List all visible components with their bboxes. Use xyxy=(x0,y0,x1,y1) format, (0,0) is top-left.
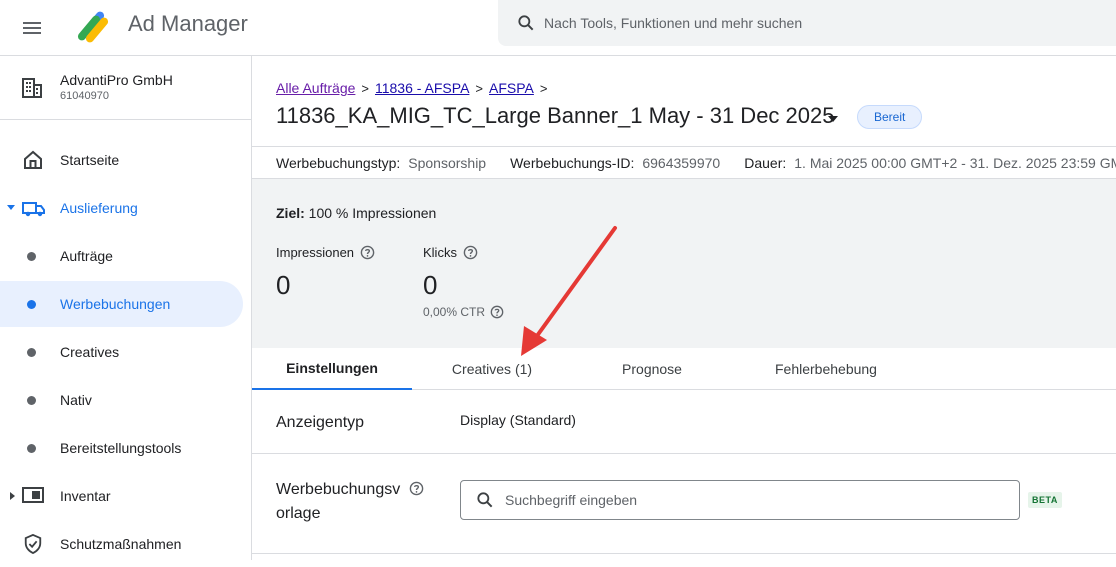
clicks-label: Klicks xyxy=(423,245,457,260)
beta-badge: BETA xyxy=(1028,492,1062,508)
template-label: Werbebuchungsv orlage xyxy=(276,478,436,526)
status-badge: Bereit xyxy=(857,105,923,129)
clicks-value: 0 xyxy=(423,270,438,300)
goal-text: Ziel: 100 % Impressionen xyxy=(276,205,436,221)
main-menu-button[interactable] xyxy=(14,10,50,46)
line-item-template-row: Werbebuchungsv orlage BETA xyxy=(252,454,1116,554)
meta-duration-value: 1. Mai 2025 00:00 GMT+2 - 31. Dez. 2025 … xyxy=(794,154,1116,171)
tab-einstellungen[interactable]: Einstellungen xyxy=(252,348,412,390)
line-item-meta-bar: Werbebuchungstyp: Sponsorship Werbebuchu… xyxy=(252,146,1116,178)
global-search-input[interactable] xyxy=(544,15,1064,31)
sidebar-item-label: Creatives xyxy=(60,344,120,360)
caret-down-icon xyxy=(7,205,15,210)
meta-id-value: 6964359970 xyxy=(642,154,721,171)
help-icon[interactable] xyxy=(360,245,375,260)
impressions-stat: Impressionen 0 xyxy=(276,245,375,301)
tab-bar: Einstellungen Creatives (1) Prognose Feh… xyxy=(252,348,1116,390)
sidebar-item-werbebuchungen[interactable]: Werbebuchungen xyxy=(0,281,243,327)
building-icon xyxy=(22,78,42,98)
bullet-icon xyxy=(27,348,36,357)
sidebar-item-auftraege[interactable]: Aufträge xyxy=(0,233,243,279)
ad-type-value: Display (Standard) xyxy=(460,412,576,428)
page-title: 11836_KA_MIG_TC_Large Banner_1 May - 31 … xyxy=(276,103,835,128)
sidebar-item-label: Inventar xyxy=(60,488,111,504)
template-search-input[interactable] xyxy=(505,492,1005,508)
bullet-icon xyxy=(27,444,36,453)
sidebar-item-schutzmassnahmen[interactable]: Schutzmaßnahmen xyxy=(0,521,243,567)
breadcrumb-link-advertiser[interactable]: AFSPA xyxy=(489,80,534,96)
sidebar-item-label: Werbebuchungen xyxy=(60,296,171,312)
template-label-line1: Werbebuchungsv xyxy=(276,481,401,498)
home-icon xyxy=(24,150,42,169)
breadcrumb-separator: > xyxy=(361,80,369,96)
sidebar-item-startseite[interactable]: Startseite xyxy=(0,137,243,183)
global-search-bar[interactable] xyxy=(498,0,1116,46)
bullet-icon xyxy=(27,300,36,309)
meta-type-label: Werbebuchungstyp: xyxy=(276,154,401,171)
sidebar-item-label: Bereitstellungstools xyxy=(60,440,182,456)
breadcrumb-link-alle-auftraege[interactable]: Alle Aufträge xyxy=(276,80,355,96)
sidebar-item-label: Schutzmaßnahmen xyxy=(60,536,182,552)
network-code: 61040970 xyxy=(60,90,109,102)
ad-type-label: Anzeigentyp xyxy=(276,414,365,431)
search-icon xyxy=(477,492,493,508)
help-icon[interactable] xyxy=(463,245,478,260)
sidebar-item-inventar[interactable]: Inventar xyxy=(0,473,243,519)
app-title: Ad Manager xyxy=(128,11,248,36)
sidebar: AdvantiPro GmbH 61040970 Startseite Ausl… xyxy=(0,56,252,560)
bullet-icon xyxy=(27,396,36,405)
breadcrumb-separator: > xyxy=(475,80,484,96)
sidebar-item-label: Nativ xyxy=(60,392,92,408)
breadcrumb: Alle Aufträge > 11836 - AFSPA > AFSPA > xyxy=(276,80,549,96)
meta-duration-label: Dauer: xyxy=(744,154,787,171)
bullet-icon xyxy=(27,252,36,261)
ad-manager-logo-icon xyxy=(77,11,109,43)
clicks-stat: Klicks 0 0,00% CTR xyxy=(423,245,504,319)
title-dropdown-icon[interactable] xyxy=(826,114,840,124)
template-label-line2: orlage xyxy=(276,505,321,522)
search-icon xyxy=(518,15,534,31)
sidebar-item-bereitstellungstools[interactable]: Bereitstellungstools xyxy=(0,425,243,471)
network-selector[interactable]: AdvantiPro GmbH 61040970 xyxy=(0,56,251,120)
tab-prognose[interactable]: Prognose xyxy=(572,348,732,390)
goal-value: 100 % Impressionen xyxy=(308,205,437,221)
impressions-value: 0 xyxy=(276,270,291,300)
shield-icon xyxy=(24,534,42,554)
network-name: AdvantiPro GmbH xyxy=(60,72,173,88)
sidebar-item-label: Aufträge xyxy=(60,248,113,264)
main-content: Alle Aufträge > 11836 - AFSPA > AFSPA > … xyxy=(252,56,1116,560)
impressions-label: Impressionen xyxy=(276,245,355,260)
sidebar-item-creatives[interactable]: Creatives xyxy=(0,329,243,375)
goal-label: Ziel: xyxy=(276,205,305,221)
top-bar: Ad Manager xyxy=(0,0,1116,56)
meta-type-value: Sponsorship xyxy=(408,154,487,171)
template-search-field[interactable] xyxy=(460,480,1020,520)
breadcrumb-link-order[interactable]: 11836 - AFSPA xyxy=(375,80,469,96)
tab-fehlerbehebung[interactable]: Fehlerbehebung xyxy=(732,348,920,390)
meta-id-label: Werbebuchungs-ID: xyxy=(510,154,635,171)
performance-summary: Ziel: 100 % Impressionen Impressionen 0 … xyxy=(252,178,1116,348)
sidebar-item-nativ[interactable]: Nativ xyxy=(0,377,243,423)
sidebar-item-label: Startseite xyxy=(60,152,120,168)
caret-right-icon xyxy=(10,492,15,500)
tab-creatives[interactable]: Creatives (1) xyxy=(412,348,572,390)
help-icon[interactable] xyxy=(409,481,424,496)
delivery-truck-icon xyxy=(22,202,45,217)
inventory-icon xyxy=(22,487,44,503)
help-icon[interactable] xyxy=(490,305,504,319)
sidebar-item-label: Auslieferung xyxy=(60,200,138,216)
sidebar-item-auslieferung[interactable]: Auslieferung xyxy=(0,185,243,231)
hamburger-icon xyxy=(23,22,41,34)
ctr-value: 0,00% CTR xyxy=(423,305,486,319)
ad-type-row: Anzeigentyp Display (Standard) xyxy=(252,390,1116,454)
breadcrumb-separator: > xyxy=(539,80,548,96)
